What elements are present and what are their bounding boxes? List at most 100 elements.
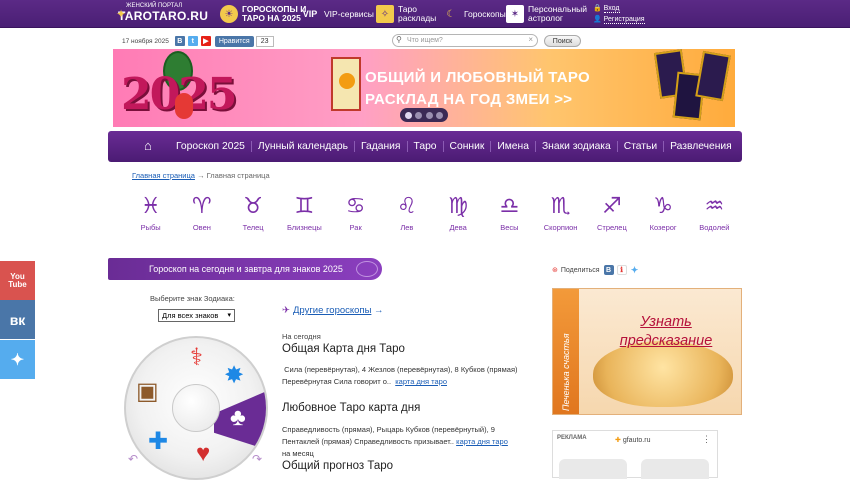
- heart-icon[interactable]: ♥: [196, 442, 210, 466]
- vip-icon: VIP: [302, 8, 318, 19]
- zodiac-libra[interactable]: ♎ Весы: [484, 194, 535, 238]
- zodiac-pisces[interactable]: ♓ Рыбы: [125, 194, 176, 238]
- zodiac-scorpio[interactable]: ♏ Скорпион: [535, 194, 586, 238]
- login-link[interactable]: Вход: [603, 5, 620, 13]
- home-icon[interactable]: ⌂: [144, 138, 160, 154]
- nav-divination[interactable]: Гадания: [354, 141, 406, 152]
- share-row: ⊛ Поделиться В ℹ ✦: [552, 264, 640, 275]
- vk-side-button[interactable]: вк: [0, 300, 35, 339]
- youtube-share-icon[interactable]: ▶: [200, 36, 211, 46]
- nav-entertainment[interactable]: Развлечения: [663, 141, 738, 152]
- star-burst-icon[interactable]: ✸: [224, 364, 244, 388]
- card-of-day-link[interactable]: карта дня таро: [395, 377, 447, 386]
- pager-dot[interactable]: [404, 111, 412, 119]
- youtube-side-button[interactable]: You Tube: [0, 261, 35, 300]
- month-label: на месяц: [282, 449, 314, 458]
- ok-share-icon[interactable]: ℹ: [616, 265, 627, 275]
- ad-block[interactable]: РЕКЛАМА ✚ gfauto.ru ⋮: [552, 430, 718, 479]
- vk-share-icon[interactable]: В: [603, 265, 614, 275]
- twitter-side-button[interactable]: ✦: [0, 340, 35, 379]
- nav-dream-book[interactable]: Сонник: [442, 141, 491, 152]
- pager-dot[interactable]: [436, 111, 444, 119]
- banner-pager: [400, 108, 448, 122]
- twitter-icon: ✦: [10, 351, 25, 369]
- leo-icon: ♌: [397, 194, 417, 219]
- tarot-icon: ✧: [376, 5, 394, 23]
- briefcase-icon[interactable]: ▣: [136, 380, 159, 404]
- general-forecast-title: Общий прогноз Таро: [282, 460, 394, 472]
- zodiac-capricorn[interactable]: ♑ Козерог: [638, 194, 689, 238]
- sign-select[interactable]: Для всех знаков ▾: [158, 309, 235, 322]
- moon-icon: ☾: [446, 8, 456, 20]
- vk-share-icon[interactable]: В: [174, 36, 185, 46]
- virgo-icon: ♍: [448, 194, 468, 219]
- more-icon[interactable]: ⋮: [702, 434, 711, 445]
- gf-logo-icon: ✚: [615, 437, 621, 444]
- twitter-share-icon[interactable]: t: [187, 36, 198, 46]
- zodiac-aries[interactable]: ♈ Овен: [176, 194, 227, 238]
- search-button[interactable]: Поиск: [544, 35, 581, 47]
- love-tarot-text: Справедливость (прямая), Рыцарь Кубков (…: [282, 425, 508, 458]
- nav-lunar-calendar[interactable]: Лунный календарь: [250, 141, 354, 152]
- zodiac-gemini[interactable]: ♊ Близнецы: [279, 194, 330, 238]
- topnav-horoscopes-2025[interactable]: ☀ ГОРОСКОПЫ И ТАРО НА 2025: [220, 3, 306, 25]
- pager-dot[interactable]: [415, 111, 423, 119]
- topnav-personal-astrologer[interactable]: ✶ Персональный астролог: [506, 3, 587, 25]
- fortune-cookie-side: Печенька счастья: [553, 289, 579, 414]
- nav-tarot[interactable]: Таро: [406, 141, 443, 152]
- wheel-hub[interactable]: [172, 384, 220, 432]
- nav-names[interactable]: Имена: [490, 141, 535, 152]
- like-count: 23: [255, 35, 274, 47]
- topnav-vip[interactable]: VIP VIP-сервисы: [300, 3, 374, 25]
- love-tarot-title: Любовное Таро карта дня: [282, 402, 421, 414]
- main-nav: ⌂ Гороскоп 2025 Лунный календарь Гадания…: [108, 131, 742, 162]
- rotate-left-icon[interactable]: ↶: [128, 452, 138, 466]
- star-icon: ✦: [116, 7, 127, 21]
- choose-sign-label: Выберите знак Зодиака:: [150, 294, 235, 303]
- zodiac-leo[interactable]: ♌ Лев: [381, 194, 432, 238]
- zodiac-aquarius[interactable]: ♒ Водолей: [689, 194, 740, 238]
- topnav-tarot-spreads[interactable]: ✧ Таро расклады: [376, 3, 436, 25]
- zodiac-taurus[interactable]: ♉ Телец: [228, 194, 279, 238]
- career-icon[interactable]: ⚕: [190, 346, 203, 370]
- zodiac-virgo[interactable]: ♍ Дева: [433, 194, 484, 238]
- horoscope-header-title: Гороскоп на сегодня и завтра для знаков …: [149, 264, 343, 274]
- rotate-right-icon[interactable]: ↷: [252, 452, 262, 466]
- nav-horoscope-2025[interactable]: Гороскоп 2025: [170, 141, 251, 152]
- register-link[interactable]: Регистрация: [603, 16, 645, 24]
- lantern-illustration: [175, 93, 193, 119]
- nav-zodiac-signs[interactable]: Знаки зодиака: [534, 141, 617, 152]
- breadcrumb-current: Главная страница: [206, 171, 270, 180]
- horoscope-header: Гороскоп на сегодня и завтра для знаков …: [108, 258, 382, 280]
- site-logo[interactable]: ✦ ЖЕНСКИЙ ПОРТАЛ TAROTARO.RU: [116, 3, 216, 25]
- card-of-day-text: Сила (перевёрнутая), 4 Жезлов (перевёрну…: [282, 365, 518, 386]
- current-date: 17 ноября 2025: [122, 37, 169, 45]
- astrologer-icon: ✶: [506, 5, 524, 23]
- nav-articles[interactable]: Статьи: [616, 141, 663, 152]
- like-button[interactable]: Нравится: [214, 35, 254, 47]
- scorpio-icon: ♏: [550, 194, 571, 219]
- health-icon[interactable]: ✚: [148, 430, 168, 454]
- pager-dot[interactable]: [425, 111, 433, 119]
- search-input[interactable]: ⚲ Что ищем? ×: [392, 34, 538, 47]
- love-tarot-link[interactable]: карта дня таро: [456, 437, 508, 446]
- banner-line-1: ОБЩИЙ И ЛЮБОВНЫЙ ТАРО: [365, 69, 590, 86]
- ad-label: РЕКЛАМА: [557, 435, 587, 441]
- libra-icon: ♎: [499, 194, 520, 219]
- tarot-card-illustration: [695, 50, 731, 102]
- tarot-wheel[interactable]: ⚕ ✸ ▣ ♣ ✚ ♥: [124, 336, 268, 480]
- twitter-share-icon[interactable]: ✦: [630, 265, 640, 275]
- topnav-horoscopes[interactable]: ☾ Гороскопы: [442, 3, 506, 25]
- zodiac-sagittarius[interactable]: ♐ Стрелец: [586, 194, 637, 238]
- cards-icon[interactable]: ♣: [230, 406, 246, 430]
- search-placeholder: Что ищем?: [407, 37, 443, 44]
- other-horoscopes-link[interactable]: ✈ Другие гороскопы →: [282, 305, 384, 316]
- taurus-icon: ♉: [243, 194, 263, 219]
- breadcrumb-home[interactable]: Главная страница: [132, 171, 195, 180]
- zodiac-cancer[interactable]: ♋ Рак: [330, 194, 381, 238]
- fortune-cookie-widget[interactable]: Печенька счастья Узнать предсказание: [552, 288, 742, 415]
- car-image: [559, 459, 627, 479]
- clear-icon[interactable]: ×: [528, 35, 533, 44]
- fortune-cookie-cta[interactable]: Узнать предсказание: [601, 313, 731, 351]
- date-social-row: 17 ноября 2025 В t ▶ Нравится 23: [122, 35, 274, 47]
